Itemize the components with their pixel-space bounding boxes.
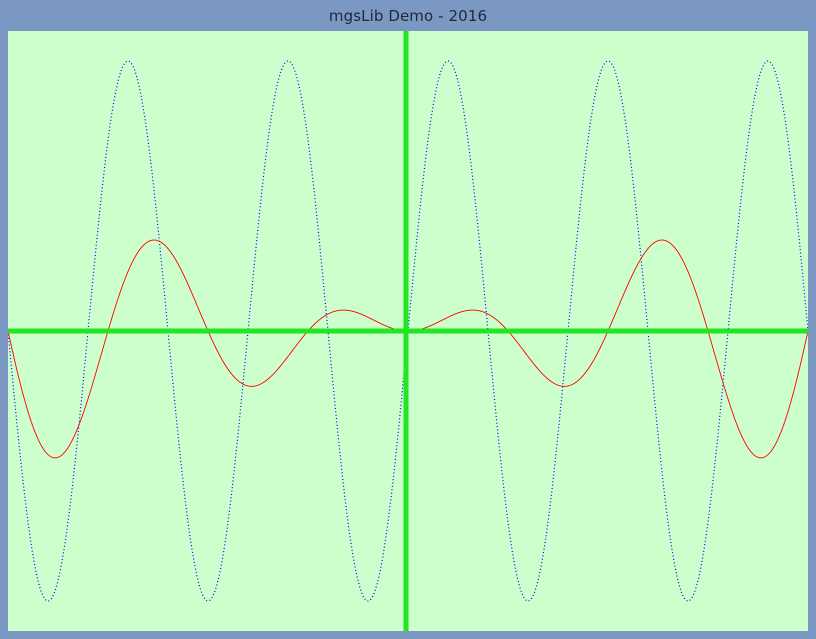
function-plot [8,31,808,631]
app-window: mgsLib Demo - 2016 [0,0,816,639]
title-bar[interactable]: mgsLib Demo - 2016 [0,0,816,31]
window-title: mgsLib Demo - 2016 [328,6,488,25]
plot-canvas [8,31,808,631]
